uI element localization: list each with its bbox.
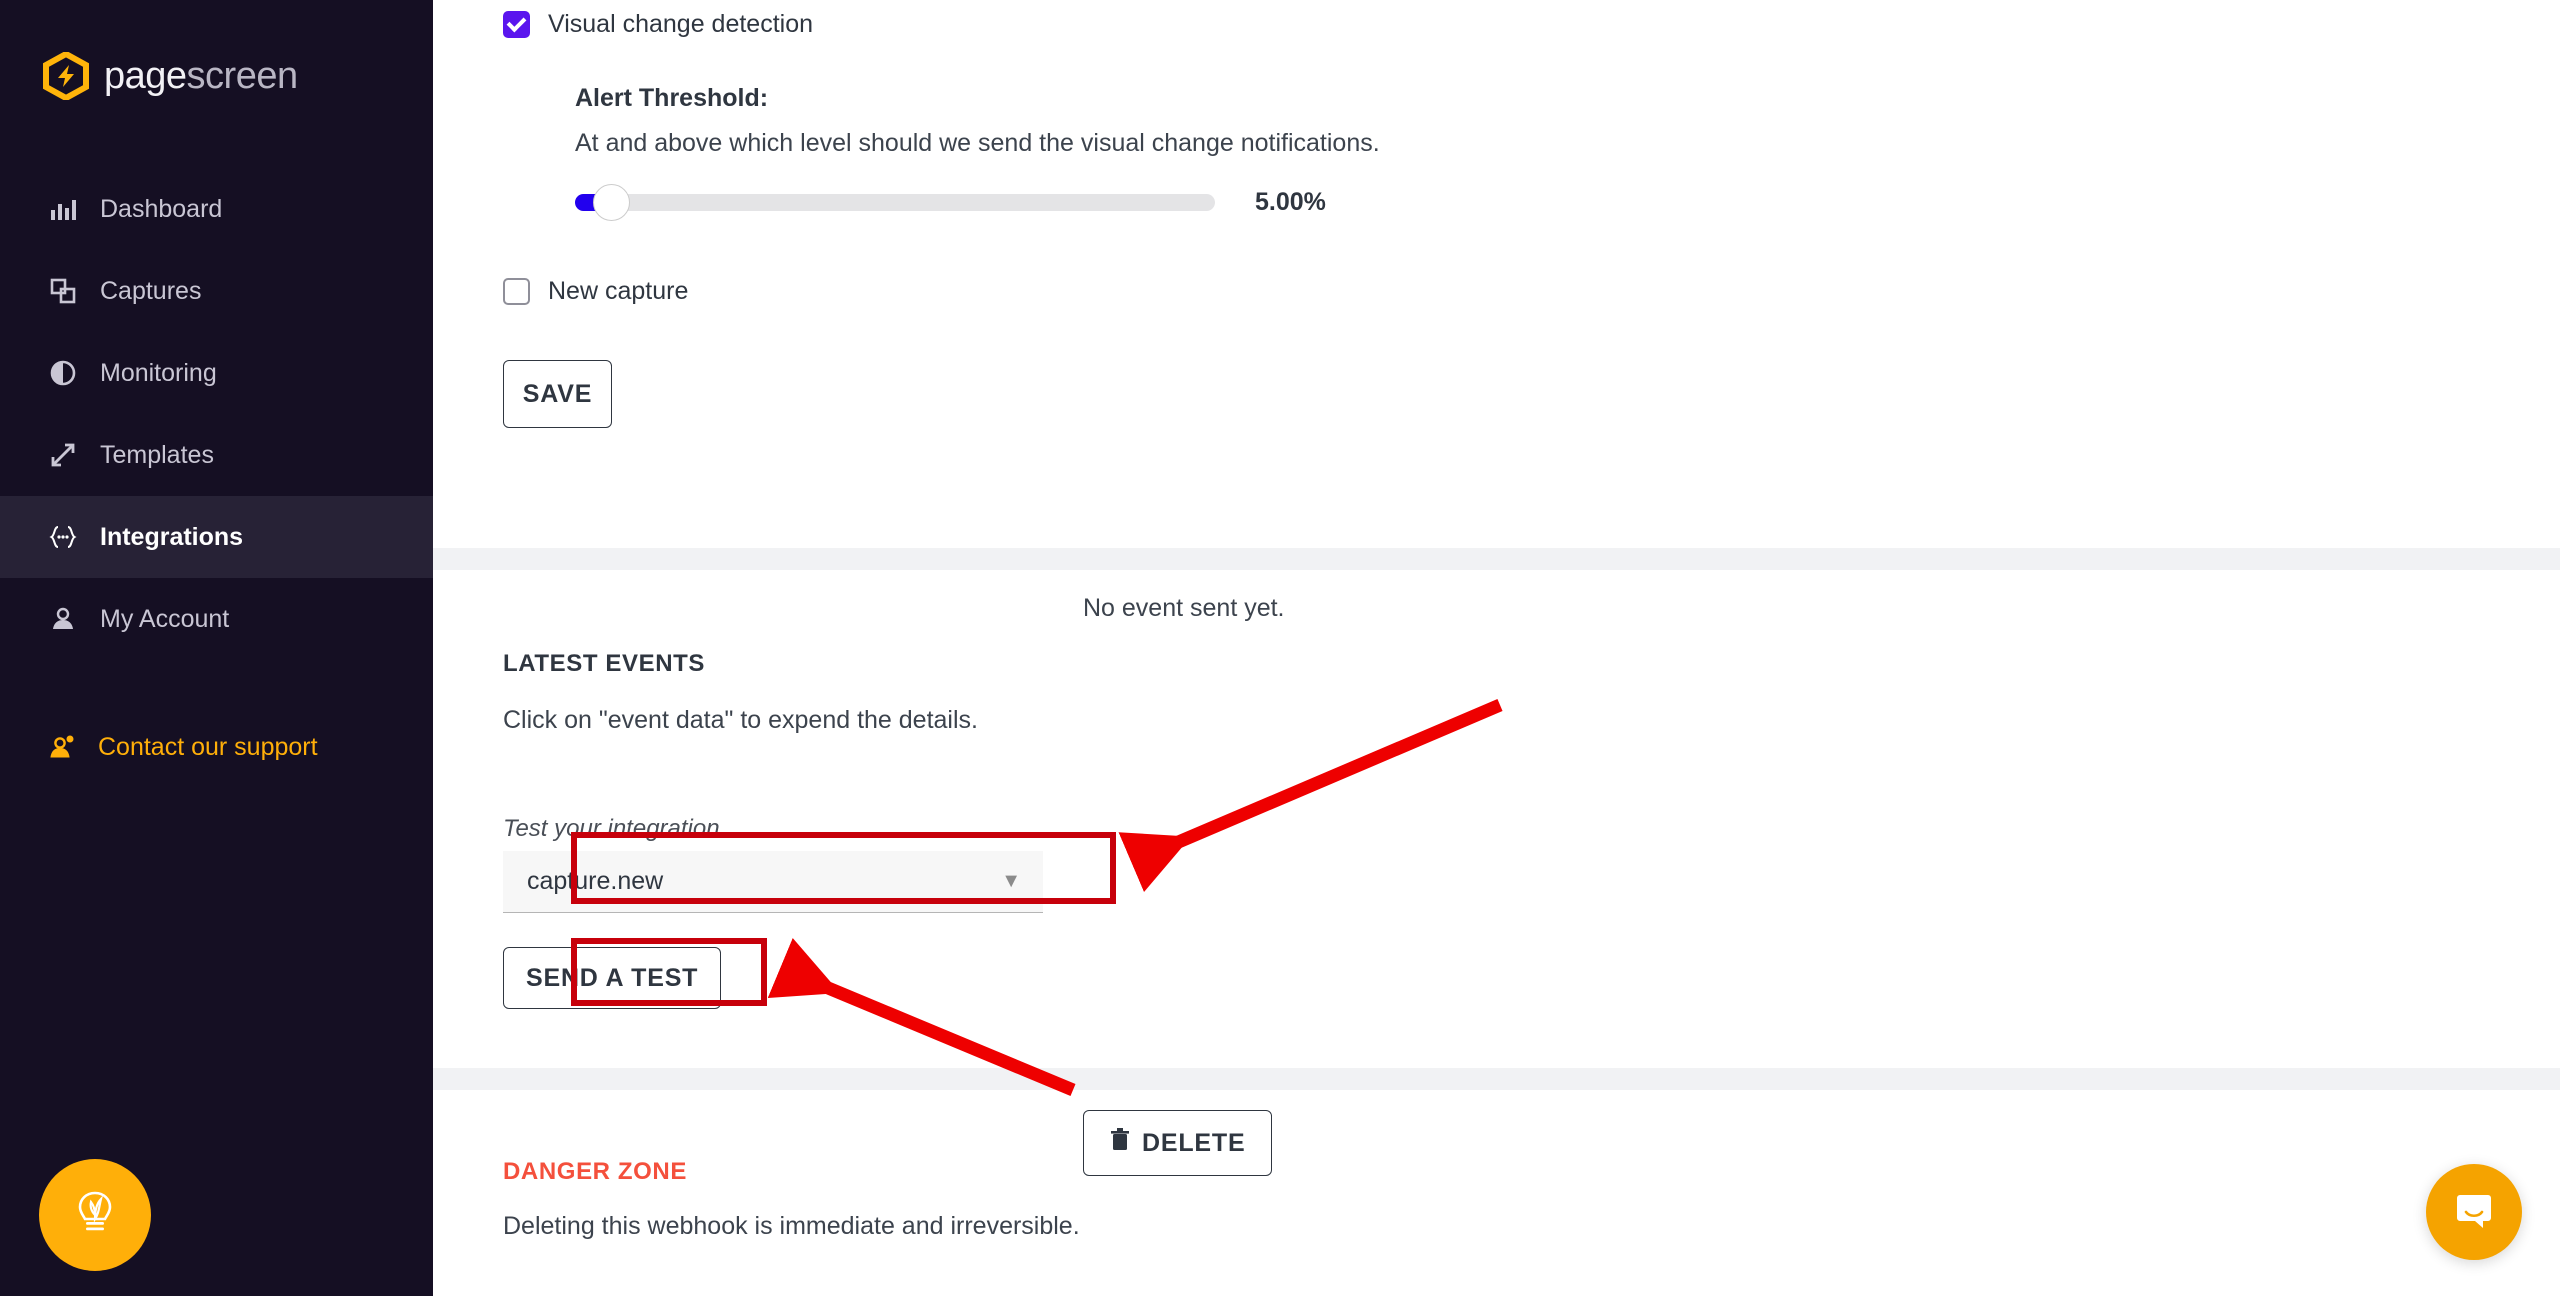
sidebar-item-monitoring[interactable]: Monitoring — [0, 332, 433, 414]
danger-zone-title: DANGER ZONE — [503, 1158, 687, 1185]
sidebar-item-label: Templates — [100, 440, 214, 469]
event-type-select[interactable]: capture.new ▼ — [503, 851, 1043, 913]
no-event-status: No event sent yet. — [1083, 594, 1285, 622]
pagescreen-hexagon-icon — [42, 50, 90, 102]
sidebar-item-label: Monitoring — [100, 358, 217, 387]
expand-arrows-icon — [48, 440, 78, 470]
brand-logo-link[interactable]: pagescreen — [0, 0, 433, 102]
chevron-down-icon: ▼ — [1001, 870, 1021, 892]
send-a-test-button[interactable]: SEND A TEST — [503, 947, 722, 1009]
new-capture-row[interactable]: New capture — [503, 277, 2560, 306]
sidebar: pagescreen Dashboard Captures Monitoring… — [0, 0, 433, 1296]
curly-braces-icon — [48, 522, 78, 552]
test-integration-group: Test your integration capture.new ▼ SEND… — [503, 815, 2560, 1009]
app-root: pagescreen Dashboard Captures Monitoring… — [0, 0, 2560, 1296]
chat-bubble-icon — [2451, 1187, 2497, 1238]
sidebar-item-label: Dashboard — [100, 194, 223, 223]
sidebar-item-integrations[interactable]: Integrations — [0, 496, 433, 578]
sidebar-item-label: Captures — [100, 276, 202, 305]
section-divider — [433, 548, 2560, 570]
brand-text: pagescreen — [104, 57, 298, 95]
alert-threshold-value: 5.00% — [1255, 188, 1326, 216]
visual-change-detection-row[interactable]: Visual change detection — [503, 10, 2560, 39]
bar-chart-icon — [48, 194, 78, 224]
visual-change-detection-label: Visual change detection — [548, 10, 814, 38]
sidebar-nav: Dashboard Captures Monitoring Templates … — [0, 168, 433, 660]
contrast-circle-icon — [48, 358, 78, 388]
latest-events-card: LATEST EVENTS Click on "event data" to e… — [433, 570, 2560, 1068]
intercom-messenger-button[interactable] — [2426, 1164, 2522, 1260]
lightbulb-leaf-icon — [67, 1185, 123, 1246]
slider-thumb[interactable] — [593, 184, 630, 221]
sidebar-item-my-account[interactable]: My Account — [0, 578, 433, 660]
brand-text-screen: screen — [186, 55, 299, 97]
contact-support-link[interactable]: Contact our support — [0, 732, 433, 762]
visual-change-detection-checkbox[interactable] — [503, 11, 530, 38]
latest-events-subtitle: Click on "event data" to expend the deta… — [503, 706, 978, 734]
save-button[interactable]: SAVE — [503, 360, 612, 428]
sidebar-item-dashboard[interactable]: Dashboard — [0, 168, 433, 250]
person-icon — [48, 604, 78, 634]
danger-zone-description: Deleting this webhook is immediate and i… — [503, 1212, 1080, 1240]
sidebar-item-label: Integrations — [100, 522, 244, 551]
help-lightbulb-button[interactable] — [39, 1159, 151, 1271]
alert-threshold-description: At and above which level should we send … — [575, 129, 1380, 157]
delete-button-label: DELETE — [1142, 1128, 1246, 1157]
latest-events-title: LATEST EVENTS — [503, 650, 706, 677]
brand-text-page: page — [104, 55, 187, 97]
sidebar-item-templates[interactable]: Templates — [0, 414, 433, 496]
delete-button[interactable]: DELETE — [1083, 1110, 1273, 1176]
alert-threshold-slider-row: 5.00% — [575, 184, 2560, 221]
test-integration-label: Test your integration — [503, 815, 720, 842]
copy-squares-icon — [48, 276, 78, 306]
alert-threshold-slider[interactable] — [575, 184, 1215, 221]
support-person-icon — [48, 732, 78, 762]
danger-zone-card: DANGER ZONE Deleting this webhook is imm… — [433, 1090, 2560, 1296]
contact-support-label: Contact our support — [98, 732, 318, 761]
event-type-select-value: capture.new — [527, 867, 664, 895]
alert-threshold-title: Alert Threshold: — [575, 84, 769, 112]
webhook-settings-card: Visual change detection Alert Threshold:… — [433, 0, 2560, 548]
new-capture-label: New capture — [548, 277, 689, 305]
alert-threshold-group: Alert Threshold: At and above which leve… — [503, 84, 2560, 221]
main-content: Visual change detection Alert Threshold:… — [433, 0, 2560, 1296]
sidebar-item-captures[interactable]: Captures — [0, 250, 433, 332]
trash-icon — [1110, 1127, 1130, 1159]
sidebar-item-label: My Account — [100, 604, 230, 633]
new-capture-checkbox[interactable] — [503, 278, 530, 305]
section-divider — [433, 1068, 2560, 1090]
